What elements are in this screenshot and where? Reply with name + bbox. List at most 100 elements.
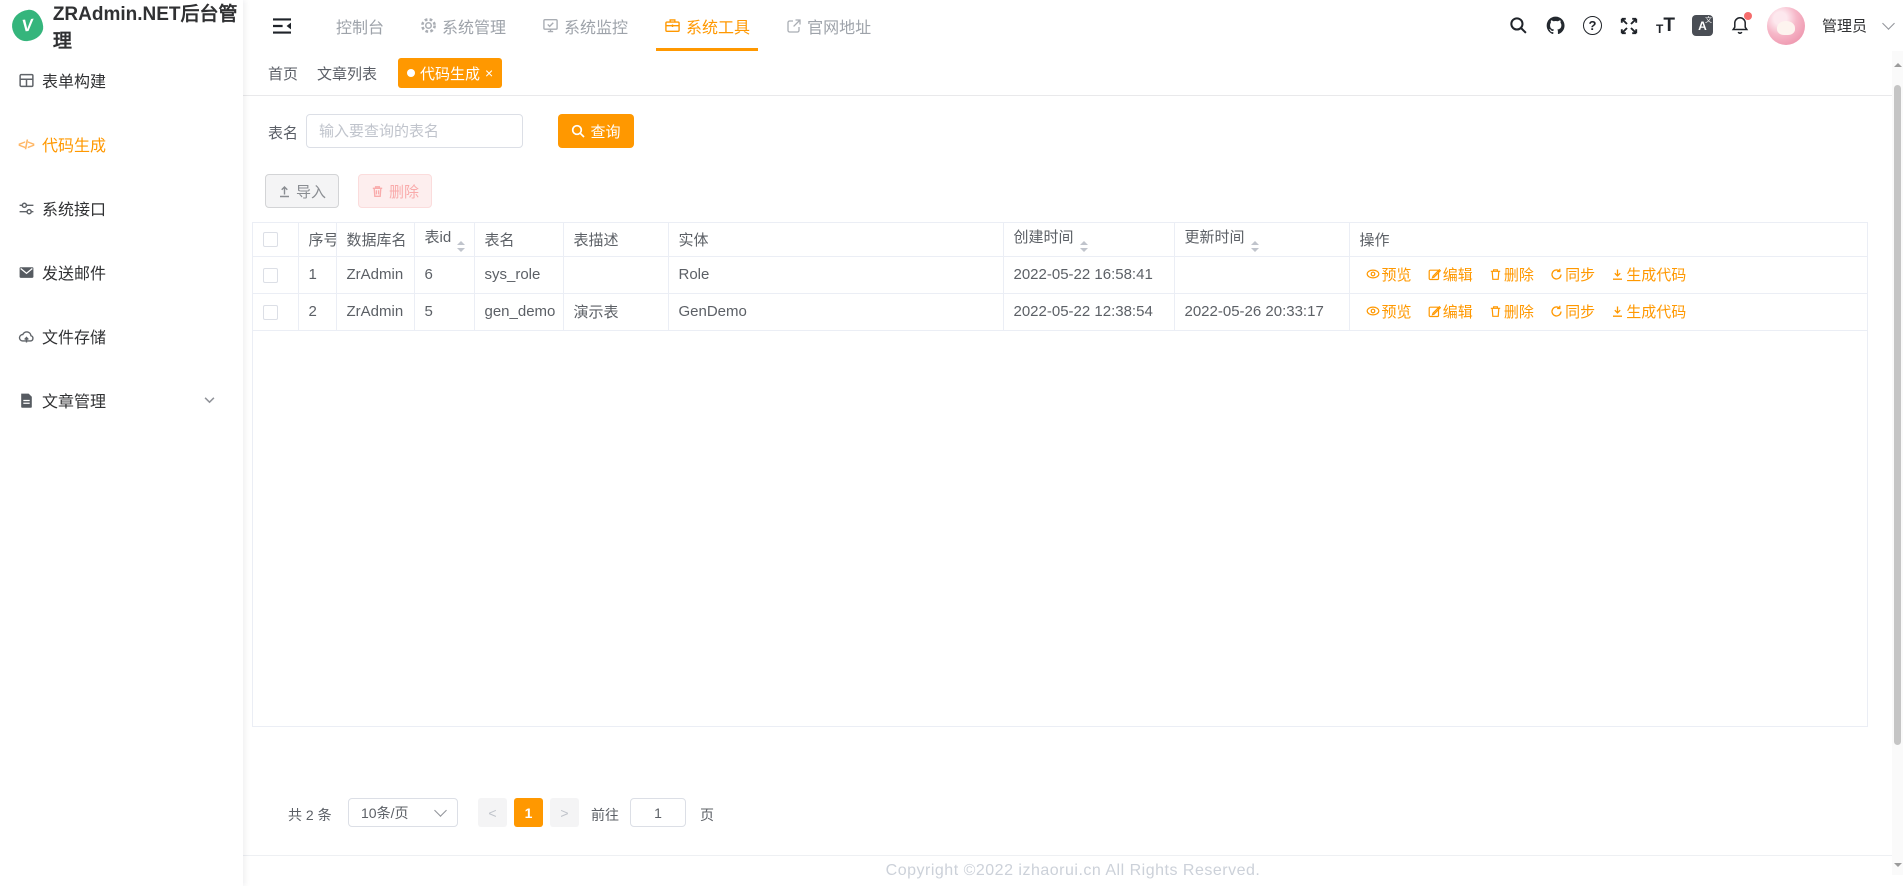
preview-action[interactable]: 预览 bbox=[1366, 264, 1412, 285]
download-icon bbox=[1613, 269, 1623, 281]
header-created-at[interactable]: 创建时间 bbox=[1003, 223, 1175, 257]
form-grid-icon bbox=[17, 71, 35, 89]
table-name-input[interactable] bbox=[306, 114, 523, 148]
menu-fold-icon[interactable] bbox=[270, 14, 294, 38]
header-table-id[interactable]: 表id bbox=[414, 223, 475, 257]
header-description: 表描述 bbox=[563, 223, 669, 257]
trash-icon bbox=[1490, 269, 1501, 281]
goto-page-input[interactable] bbox=[630, 798, 686, 827]
refresh-icon bbox=[1551, 306, 1562, 317]
sidebar-item-label: 表单构建 bbox=[42, 74, 107, 91]
nav-item-system-tools[interactable]: 系统工具 bbox=[646, 0, 768, 51]
nav-item-system-management[interactable]: 系统管理 bbox=[402, 0, 524, 51]
tab-code-generation[interactable]: 代码生成 × bbox=[398, 58, 503, 88]
sidebar-item-file-storage[interactable]: 文件存储 bbox=[0, 304, 243, 368]
code-generation-table: 序号 数据库名 表id 表名 表描述 实体 创建时间 更新时间 操作 1 ZrA… bbox=[252, 222, 1868, 727]
sidebar-item-label: 文章管理 bbox=[42, 394, 107, 411]
top-navbar: 控制台 系统管理 系统监控 系统工具 官网地址 ? T T A 文 管理员 bbox=[243, 0, 1903, 51]
import-button[interactable]: 导入 bbox=[265, 174, 339, 208]
header-database: 数据库名 bbox=[336, 223, 415, 257]
nav-item-label: 控制台 bbox=[336, 19, 385, 37]
sidebar-item-label: 发送邮件 bbox=[42, 266, 107, 283]
delete-button-label: 删除 bbox=[388, 183, 419, 201]
tab-close-icon[interactable]: × bbox=[485, 66, 493, 80]
tab-home[interactable]: 首页 bbox=[268, 51, 298, 96]
cell-updated-at: 2022-05-26 20:33:17 bbox=[1174, 293, 1350, 331]
refresh-icon bbox=[1551, 269, 1562, 280]
font-size-icon[interactable]: TT bbox=[1656, 16, 1675, 35]
vertical-scrollbar[interactable] bbox=[1892, 51, 1903, 875]
scroll-up-arrow-icon[interactable] bbox=[1894, 63, 1902, 67]
sidebar-item-code-generation[interactable]: </> 代码生成 bbox=[0, 112, 243, 176]
header-updated-at[interactable]: 更新时间 bbox=[1174, 223, 1350, 257]
help-icon[interactable]: ? bbox=[1583, 16, 1603, 35]
header-entity: 实体 bbox=[668, 223, 1004, 257]
delete-action[interactable]: 删除 bbox=[1489, 301, 1534, 322]
nav-item-label: 系统管理 bbox=[442, 19, 507, 37]
sidebar-item-system-api[interactable]: 系统接口 bbox=[0, 176, 243, 240]
chevron-down-icon bbox=[204, 391, 215, 409]
user-menu-chevron-icon[interactable] bbox=[1882, 17, 1895, 30]
table-row: 2 ZrAdmin 5 gen_demo 演示表 GenDemo 2022-05… bbox=[253, 293, 1867, 331]
cell-entity: Role bbox=[668, 256, 1004, 294]
sidebar-item-label: 代码生成 bbox=[42, 138, 107, 155]
scrollbar-thumb[interactable] bbox=[1894, 85, 1901, 745]
sort-icon[interactable] bbox=[457, 241, 466, 253]
next-page-button[interactable]: > bbox=[550, 798, 579, 827]
sort-icon[interactable] bbox=[1250, 241, 1259, 253]
trash-icon bbox=[372, 185, 383, 197]
nav-item-system-monitoring[interactable]: 系统监控 bbox=[524, 0, 646, 51]
logo-row[interactable]: V ZRAdmin.NET后台管理 bbox=[0, 0, 243, 52]
notification-bell-icon[interactable] bbox=[1730, 12, 1752, 36]
generate-code-action[interactable]: 生成代码 bbox=[1611, 264, 1686, 285]
delete-action[interactable]: 删除 bbox=[1489, 264, 1534, 285]
language-icon[interactable]: A文 bbox=[1691, 15, 1713, 36]
cell-seq: 2 bbox=[298, 293, 337, 331]
code-icon: </> bbox=[18, 136, 35, 152]
github-icon[interactable] bbox=[1545, 15, 1566, 36]
nav-item-console[interactable]: 控制台 bbox=[318, 0, 402, 51]
user-name[interactable]: 管理员 bbox=[1822, 15, 1867, 36]
cell-table-name: gen_demo bbox=[474, 293, 564, 331]
header-seq: 序号 bbox=[298, 223, 337, 257]
trash-icon bbox=[1490, 306, 1501, 318]
cell-database: ZrAdmin bbox=[336, 293, 415, 331]
scroll-down-arrow-icon[interactable] bbox=[1894, 863, 1902, 867]
sliders-icon bbox=[17, 199, 35, 217]
gear-icon bbox=[420, 17, 437, 34]
generate-code-action[interactable]: 生成代码 bbox=[1611, 301, 1686, 322]
page-number-button[interactable]: 1 bbox=[514, 798, 543, 827]
prev-page-button[interactable]: < bbox=[478, 798, 507, 827]
sync-action[interactable]: 同步 bbox=[1550, 301, 1595, 322]
avatar[interactable] bbox=[1766, 6, 1805, 45]
fullscreen-icon[interactable] bbox=[1619, 16, 1639, 36]
page-size-select[interactable]: 10条/页 bbox=[348, 798, 458, 827]
page-size-value: 10条/页 bbox=[361, 804, 409, 821]
preview-action[interactable]: 预览 bbox=[1366, 301, 1412, 322]
edit-action[interactable]: 编辑 bbox=[1428, 264, 1473, 285]
footer: Copyright ©2022 izhaorui.cn All Rights R… bbox=[243, 855, 1903, 886]
cell-description bbox=[563, 256, 669, 294]
search-button[interactable]: 查询 bbox=[558, 114, 634, 148]
row-checkbox[interactable] bbox=[263, 304, 278, 320]
edit-icon bbox=[1428, 269, 1441, 281]
edit-action[interactable]: 编辑 bbox=[1428, 301, 1473, 322]
chevron-down-icon bbox=[434, 804, 447, 817]
search-icon[interactable] bbox=[1509, 16, 1528, 35]
search-button-icon bbox=[572, 124, 586, 138]
table-row: 1 ZrAdmin 6 sys_role Role 2022-05-22 16:… bbox=[253, 256, 1867, 294]
row-checkbox[interactable] bbox=[263, 267, 278, 283]
notification-badge bbox=[1743, 12, 1752, 20]
sort-icon[interactable] bbox=[1079, 241, 1088, 253]
cell-seq: 1 bbox=[298, 256, 337, 294]
nav-item-official-site[interactable]: 官网地址 bbox=[768, 0, 889, 51]
sidebar-item-form-builder[interactable]: 表单构建 bbox=[0, 48, 243, 112]
sidebar-item-label: 文件存储 bbox=[42, 330, 107, 347]
sync-action[interactable]: 同步 bbox=[1550, 264, 1595, 285]
tab-article-list[interactable]: 文章列表 bbox=[317, 51, 377, 96]
select-all-checkbox[interactable] bbox=[263, 232, 278, 248]
table-header-row: 序号 数据库名 表id 表名 表描述 实体 创建时间 更新时间 操作 bbox=[253, 223, 1867, 257]
sidebar-item-send-mail[interactable]: 发送邮件 bbox=[0, 240, 243, 304]
sidebar-item-article-management[interactable]: 文章管理 bbox=[0, 368, 243, 432]
delete-button[interactable]: 删除 bbox=[358, 174, 432, 208]
